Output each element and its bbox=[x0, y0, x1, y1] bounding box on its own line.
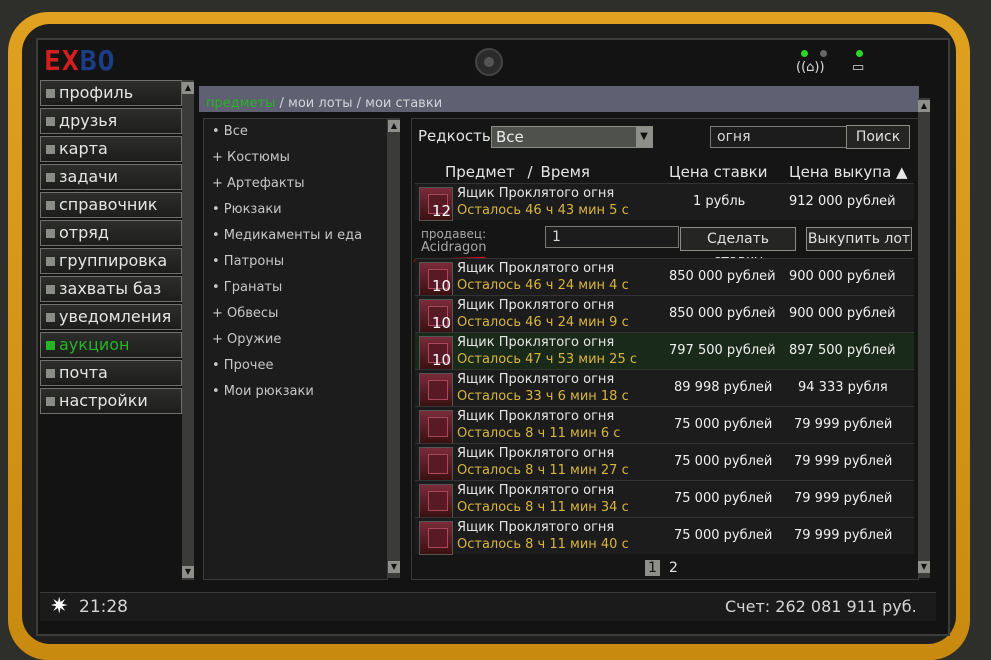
table-row[interactable]: Ящик Проклятого огня Осталось 8 ч 11 мин… bbox=[415, 480, 914, 518]
column-buyout-price[interactable]: Цена выкупа ▲ bbox=[789, 163, 908, 181]
sidebar-item-friends[interactable]: друзья bbox=[40, 108, 182, 134]
status-led-icon bbox=[820, 50, 827, 57]
crate-icon: 12 bbox=[419, 187, 453, 221]
crate-icon: 10 bbox=[419, 299, 453, 333]
category-list: • Все + Костюмы + Артефакты • Рюкзаки • … bbox=[203, 118, 388, 580]
scroll-down-icon[interactable]: ▼ bbox=[388, 561, 400, 573]
scroll-up-icon[interactable]: ▲ bbox=[918, 100, 930, 112]
sidebar-bullet-icon bbox=[46, 173, 55, 182]
status-led-icon bbox=[801, 50, 808, 57]
sidebar-bullet-icon bbox=[46, 397, 55, 406]
table-row[interactable]: 10 Ящик Проклятого огня Осталось 47 ч 53… bbox=[415, 332, 914, 370]
tab-my-bids[interactable]: мои ставки bbox=[365, 96, 442, 111]
category-item[interactable]: + Артефакты bbox=[212, 176, 305, 191]
sidebar-item-mail[interactable]: почта bbox=[40, 360, 182, 386]
page-1[interactable]: 1 bbox=[645, 560, 660, 576]
category-item[interactable]: • Гранаты bbox=[212, 280, 282, 295]
crate-icon bbox=[419, 484, 453, 518]
crate-icon bbox=[419, 447, 453, 481]
sidebar-item-profile[interactable]: профиль bbox=[40, 80, 182, 106]
sidebar-item-settings[interactable]: настройки bbox=[40, 388, 182, 414]
place-bid-button[interactable]: Сделать ставку bbox=[680, 227, 796, 269]
bid-amount-input[interactable]: 1 bbox=[545, 226, 679, 248]
column-bid-price[interactable]: Цена ставки bbox=[669, 163, 767, 181]
seller-name: Acidragon bbox=[421, 240, 487, 255]
status-led-icon bbox=[856, 50, 863, 57]
category-item[interactable]: + Костюмы bbox=[212, 150, 290, 165]
sidebar-scrollbar[interactable] bbox=[182, 80, 194, 580]
category-item[interactable]: • Патроны bbox=[212, 254, 284, 269]
sidebar-bullet-icon bbox=[46, 117, 55, 126]
crate-icon: 10 bbox=[419, 336, 453, 370]
category-item[interactable]: • Мои рюкзаки bbox=[212, 384, 314, 399]
table-row[interactable]: Ящик Проклятого огня Осталось 8 ч 11 мин… bbox=[415, 406, 914, 444]
sidebar-bullet-icon bbox=[46, 89, 55, 98]
table-row[interactable]: Ящик Проклятого огня Осталось 8 ч 11 мин… bbox=[415, 517, 914, 555]
seller-label: продавец: bbox=[421, 227, 487, 241]
column-item[interactable]: Предмет / Время bbox=[445, 163, 590, 181]
scroll-down-icon[interactable]: ▼ bbox=[182, 566, 194, 578]
scroll-up-icon[interactable]: ▲ bbox=[182, 82, 194, 94]
category-scrollbar[interactable] bbox=[388, 118, 400, 578]
category-item[interactable]: + Оружие bbox=[212, 332, 281, 347]
sidebar-bullet-icon bbox=[46, 313, 55, 322]
sidebar-item-base-captures[interactable]: захваты баз bbox=[40, 276, 182, 302]
sidebar-bullet-icon bbox=[46, 229, 55, 238]
category-item[interactable]: • Все bbox=[212, 124, 248, 139]
sidebar-bullet-icon bbox=[46, 369, 55, 378]
tab-items[interactable]: предметы bbox=[206, 96, 275, 111]
breadcrumb: предметы / мои лоты / мои ставки bbox=[206, 96, 443, 111]
crate-icon: 10 bbox=[419, 262, 453, 296]
sidebar-item-reference[interactable]: справочник bbox=[40, 192, 182, 218]
sun-icon: ✷ bbox=[50, 594, 69, 619]
sidebar-bullet-icon bbox=[46, 145, 55, 154]
logo: EXBO bbox=[44, 44, 116, 77]
sidebar-item-tasks[interactable]: задачи bbox=[40, 164, 182, 190]
sidebar-item-notifications[interactable]: уведомления bbox=[40, 304, 182, 330]
crate-icon bbox=[419, 521, 453, 555]
rarity-label: Редкость bbox=[418, 127, 491, 145]
sidebar-bullet-icon bbox=[46, 201, 55, 210]
sidebar-bullet-icon bbox=[46, 257, 55, 266]
wifi-icon: ((⌂)) bbox=[796, 60, 825, 75]
balance: Счет: 262 081 911 руб. bbox=[725, 597, 917, 616]
lots-scrollbar[interactable] bbox=[918, 98, 930, 578]
chevron-down-icon: ▼ bbox=[636, 127, 652, 147]
sidebar-item-squad[interactable]: отряд bbox=[40, 220, 182, 246]
category-item[interactable]: + Обвесы bbox=[212, 306, 278, 321]
scroll-up-icon[interactable]: ▲ bbox=[388, 120, 400, 132]
table-row[interactable]: 10 Ящик Проклятого огня Осталось 46 ч 24… bbox=[415, 258, 914, 296]
sidebar-item-auction[interactable]: аукцион bbox=[40, 332, 182, 358]
search-input[interactable]: огня bbox=[710, 126, 848, 148]
scroll-down-icon[interactable]: ▼ bbox=[918, 561, 930, 573]
sidebar-item-faction[interactable]: группировка bbox=[40, 248, 182, 274]
tab-my-lots[interactable]: мои лоты bbox=[288, 96, 352, 111]
table-row[interactable]: Ящик Проклятого огня Осталось 8 ч 11 мин… bbox=[415, 443, 914, 481]
table-row[interactable]: 10 Ящик Проклятого огня Осталось 46 ч 24… bbox=[415, 295, 914, 333]
rarity-select[interactable]: Все ▼ bbox=[491, 126, 653, 148]
sidebar-item-map[interactable]: карта bbox=[40, 136, 182, 162]
category-item[interactable]: • Прочее bbox=[212, 358, 273, 373]
table-row[interactable]: 12 Ящик Проклятого огня Осталось 46 ч 43… bbox=[415, 183, 914, 221]
buyout-button[interactable]: Выкупить лот bbox=[806, 227, 912, 251]
sidebar-bullet-icon bbox=[46, 341, 55, 350]
table-row[interactable]: Ящик Проклятого огня Осталось 33 ч 6 мин… bbox=[415, 369, 914, 407]
page-2[interactable]: 2 bbox=[669, 560, 678, 576]
sidebar-bullet-icon bbox=[46, 285, 55, 294]
battery-icon: ▭ bbox=[852, 60, 865, 75]
clock: 21:28 bbox=[79, 597, 128, 617]
category-item[interactable]: • Медикаменты и еда bbox=[212, 228, 362, 243]
crate-icon bbox=[419, 373, 453, 407]
search-button[interactable]: Поиск bbox=[846, 125, 910, 149]
category-item[interactable]: • Рюкзаки bbox=[212, 202, 282, 217]
camera-icon bbox=[475, 48, 503, 76]
crate-icon bbox=[419, 410, 453, 444]
